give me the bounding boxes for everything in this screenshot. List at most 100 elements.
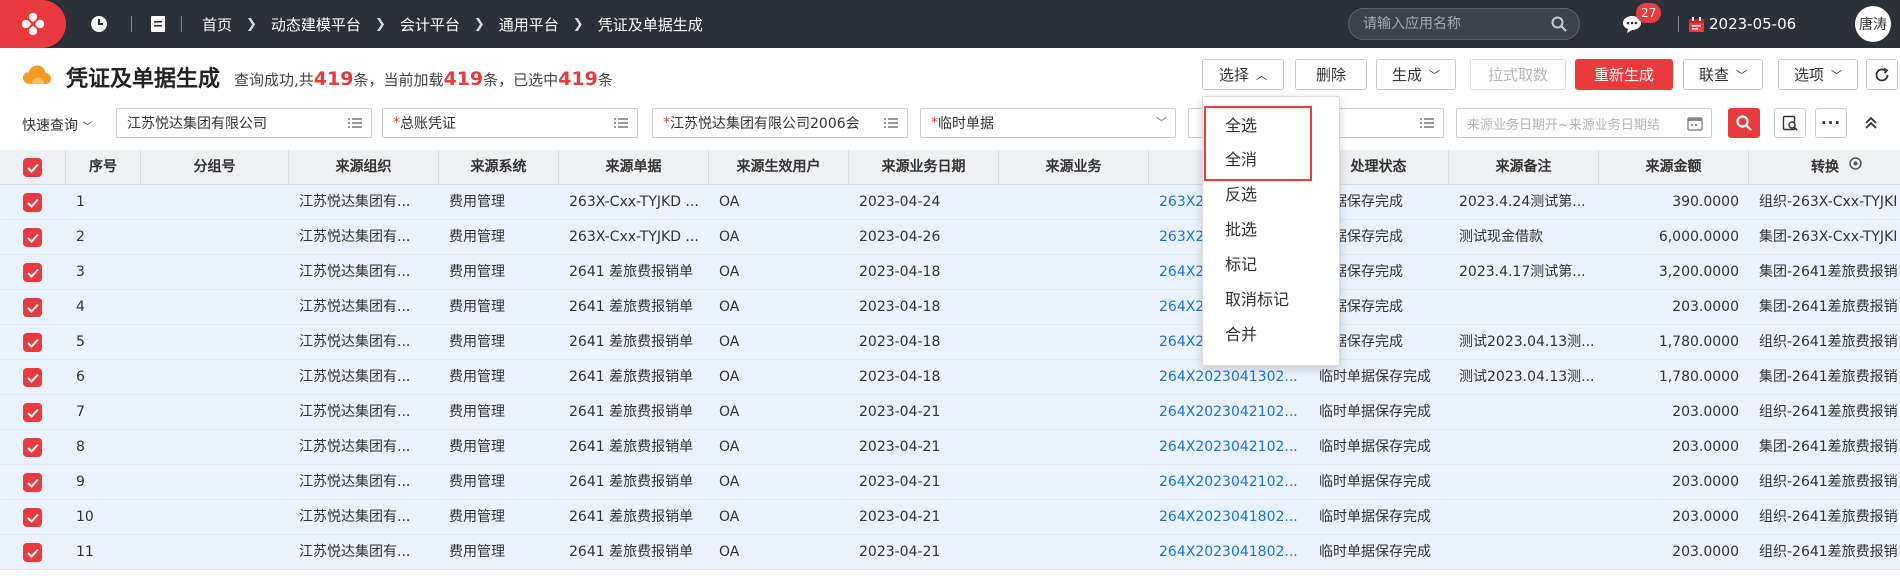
column-header-remark[interactable]: 来源备注 bbox=[1449, 150, 1599, 185]
page-title: 凭证及单据生成 bbox=[66, 67, 221, 92]
source-code-link[interactable]: 264X2023041802... bbox=[1149, 500, 1309, 535]
source-code-link[interactable]: 264X2023042102... bbox=[1149, 395, 1309, 430]
row-checkbox[interactable] bbox=[23, 543, 42, 562]
table-row[interactable]: 3 江苏悦达集团有... 费用管理 2641 差旅费报销单 OA 2023-04-18 26… bbox=[0, 255, 1900, 290]
table-row[interactable]: 2 江苏悦达集团有... 费用管理 263X-Cxx-TYJKD ... OA 2023-… bbox=[0, 220, 1900, 255]
row-checkbox[interactable] bbox=[23, 263, 42, 282]
table-row[interactable]: 7 江苏悦达集团有... 费用管理 2641 差旅费报销单 OA 2023-04-21 26… bbox=[0, 395, 1900, 430]
breadcrumb-current[interactable]: 凭证及单据生成 bbox=[598, 14, 703, 35]
clock-icon[interactable] bbox=[87, 12, 111, 36]
calendar-icon[interactable] bbox=[1687, 115, 1703, 135]
table-row[interactable]: 8 江苏悦达集团有... 费用管理 2641 差旅费报销单 OA 2023-04-21 26… bbox=[0, 430, 1900, 465]
document-icon[interactable] bbox=[146, 12, 170, 36]
chevron-right-icon: ❯ bbox=[374, 16, 386, 32]
menu-item-mark[interactable]: 标记 bbox=[1203, 248, 1339, 282]
source-business bbox=[999, 325, 1149, 360]
list-icon[interactable] bbox=[613, 115, 629, 135]
menu-item-merge[interactable]: 合并 bbox=[1203, 318, 1339, 352]
business-date: 2023-04-21 bbox=[859, 404, 941, 420]
row-checkbox[interactable] bbox=[23, 193, 42, 212]
column-header-business[interactable]: 来源业务 bbox=[999, 150, 1149, 185]
linked-query-dropdown-button[interactable]: 联查 ﹀ bbox=[1683, 59, 1763, 90]
current-date[interactable]: 2023-05-06 bbox=[1688, 0, 1796, 48]
source-system: 费用管理 bbox=[449, 439, 505, 455]
list-icon[interactable] bbox=[1419, 115, 1435, 135]
source-code-link[interactable]: 264X2023042102... bbox=[1149, 465, 1309, 500]
menu-item-invert-selection[interactable]: 反选 bbox=[1203, 178, 1339, 212]
list-icon[interactable] bbox=[347, 115, 363, 135]
search-icon[interactable] bbox=[1551, 16, 1567, 36]
advanced-filter-button[interactable] bbox=[1774, 108, 1806, 138]
user-avatar[interactable]: 唐涛 bbox=[1855, 6, 1891, 42]
table-row[interactable]: 5 江苏悦达集团有... 费用管理 2641 差旅费报销单 OA 2023-04-18 26… bbox=[0, 325, 1900, 360]
table-row[interactable]: 4 江苏悦达集团有... 费用管理 2641 差旅费报销单 OA 2023-04-18 26… bbox=[0, 290, 1900, 325]
pull-data-button[interactable]: 拉式取数 bbox=[1470, 59, 1566, 90]
source-remark bbox=[1449, 465, 1599, 500]
row-checkbox[interactable] bbox=[23, 228, 42, 247]
menu-item-batch-select[interactable]: 批选 bbox=[1203, 213, 1339, 247]
table-row[interactable]: 9 江苏悦达集团有... 费用管理 2641 差旅费报销单 OA 2023-04-21 26… bbox=[0, 465, 1900, 500]
column-header-conversion[interactable]: 转换 bbox=[1749, 150, 1900, 185]
generate-dropdown-button[interactable]: 生成 ﹀ bbox=[1376, 59, 1456, 90]
more-button[interactable]: ··· bbox=[1815, 108, 1847, 138]
source-code-link[interactable]: 264X2023042102... bbox=[1149, 430, 1309, 465]
column-header-no[interactable]: 序号 bbox=[66, 150, 141, 185]
app-search-input[interactable] bbox=[1363, 16, 1553, 32]
source-amount: 203.0000 bbox=[1672, 299, 1739, 315]
row-select-cell bbox=[0, 535, 66, 570]
row-checkbox[interactable] bbox=[23, 403, 42, 422]
row-checkbox[interactable] bbox=[23, 473, 42, 492]
business-date: 2023-04-21 bbox=[859, 439, 941, 455]
source-bill: 263X-Cxx-TYJKD ... bbox=[569, 194, 699, 210]
column-header-date[interactable]: 来源业务日期 bbox=[849, 150, 999, 185]
menu-item-unmark[interactable]: 取消标记 bbox=[1203, 283, 1339, 317]
search-icon bbox=[1736, 115, 1752, 131]
row-checkbox[interactable] bbox=[23, 333, 42, 352]
column-header-user[interactable]: 来源生效用户 bbox=[709, 150, 849, 185]
options-dropdown-button[interactable]: 选项 ﹀ bbox=[1778, 59, 1858, 90]
column-header-org[interactable]: 来源组织 bbox=[289, 150, 439, 185]
row-select-cell bbox=[0, 185, 66, 220]
table-row[interactable]: 10 江苏悦达集团有... 费用管理 2641 差旅费报销单 OA 2023-04-21 2… bbox=[0, 500, 1900, 535]
search-button[interactable] bbox=[1728, 108, 1760, 138]
refresh-button[interactable] bbox=[1866, 59, 1898, 90]
table-row[interactable]: 1 江苏悦达集团有... 费用管理 263X-Cxx-TYJKD ... OA 2023-… bbox=[0, 185, 1900, 220]
select-all-checkbox[interactable] bbox=[23, 158, 42, 177]
row-checkbox[interactable] bbox=[23, 438, 42, 457]
delete-button[interactable]: 删除 bbox=[1295, 59, 1367, 90]
regenerate-button[interactable]: 重新生成 bbox=[1575, 59, 1673, 90]
group-number bbox=[141, 465, 289, 500]
breadcrumb-dynamic-modeling[interactable]: 动态建模平台 bbox=[271, 14, 361, 35]
collapse-button[interactable] bbox=[1855, 108, 1887, 138]
column-header-group[interactable]: 分组号 bbox=[141, 150, 289, 185]
voucher-type-field[interactable]: * 总账凭证 bbox=[382, 108, 638, 138]
row-number: 7 bbox=[76, 404, 85, 420]
source-user: OA bbox=[719, 474, 740, 490]
row-checkbox[interactable] bbox=[23, 508, 42, 527]
select-dropdown-button[interactable]: 选择 ︿ bbox=[1202, 59, 1284, 90]
row-checkbox[interactable] bbox=[23, 368, 42, 387]
table-row[interactable]: 11 江苏悦达集团有... 费用管理 2641 差旅费报销单 OA 2023-04-21 2… bbox=[0, 535, 1900, 570]
table-row[interactable]: 6 江苏悦达集团有... 费用管理 2641 差旅费报销单 OA 2023-04-18 26… bbox=[0, 360, 1900, 395]
source-business bbox=[999, 360, 1149, 395]
account-book-field[interactable]: * 江苏悦达集团有限公司2006会 bbox=[652, 108, 908, 138]
conversion-rule: 集团-2641差旅费报销 bbox=[1759, 299, 1898, 315]
cloud-icon bbox=[22, 64, 52, 90]
org-filter-field[interactable]: 江苏悦达集团有限公司 bbox=[116, 108, 372, 138]
settings-icon[interactable] bbox=[1848, 150, 1863, 185]
row-checkbox[interactable] bbox=[23, 298, 42, 317]
column-header-system[interactable]: 来源系统 bbox=[439, 150, 559, 185]
list-icon[interactable] bbox=[883, 115, 899, 135]
column-header-amount[interactable]: 来源金额 bbox=[1599, 150, 1749, 185]
breadcrumb-general[interactable]: 通用平台 bbox=[499, 14, 559, 35]
bill-type-select[interactable]: * 临时单据 ﹀ bbox=[920, 108, 1176, 138]
breadcrumb-accounting[interactable]: 会计平台 bbox=[400, 14, 460, 35]
business-date-range-field[interactable]: 来源业务日期开~来源业务日期结 bbox=[1456, 108, 1712, 138]
quick-query-dropdown[interactable]: 快速查询 ﹀ bbox=[22, 115, 92, 135]
breadcrumb-home[interactable]: 首页 bbox=[202, 14, 232, 35]
separator bbox=[181, 16, 182, 32]
column-header-bill[interactable]: 来源单据 bbox=[559, 150, 709, 185]
conversion-rule: 组织-2641差旅费报销 bbox=[1759, 404, 1898, 420]
source-code-link[interactable]: 264X2023041802... bbox=[1149, 535, 1309, 570]
app-logo-icon[interactable] bbox=[0, 0, 66, 48]
